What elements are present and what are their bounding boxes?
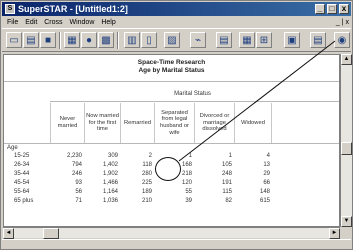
table-cell[interactable]: 246 — [52, 171, 82, 177]
row-label[interactable]: 55-64 — [14, 189, 29, 195]
scroll-thumb[interactable] — [341, 142, 352, 155]
column-header[interactable]: Never married — [50, 103, 84, 143]
table-subtitle: Age by Marital Status — [138, 67, 205, 74]
divider — [4, 143, 339, 144]
report-icon[interactable]: ▤ — [216, 32, 232, 48]
table-cell[interactable]: 280 — [122, 171, 152, 177]
table-cell[interactable]: 115 — [202, 189, 232, 195]
row-label[interactable]: 15-25 — [14, 153, 29, 159]
highlight-circle — [155, 157, 181, 181]
column-header[interactable]: Remarried — [120, 103, 154, 143]
divider — [4, 81, 339, 82]
table-cell[interactable]: 93 — [52, 180, 82, 186]
table-cell[interactable]: 13 — [240, 162, 270, 168]
scroll-left-button[interactable]: ◄ — [3, 228, 14, 239]
vertical-scrollbar[interactable]: ▲ ▼ — [340, 54, 352, 227]
column-group-label: Marital Status — [174, 91, 211, 97]
table-title: Space-Time Research — [137, 59, 206, 66]
row-label[interactable]: 65 plus — [14, 198, 33, 204]
new-icon[interactable]: ▭ — [6, 32, 22, 48]
table-cell[interactable]: 248 — [202, 171, 232, 177]
table-cell[interactable]: 55 — [162, 189, 192, 195]
pivot-icon[interactable]: ⊞ — [256, 32, 272, 48]
table-cell[interactable]: 2 — [122, 153, 152, 159]
scroll-up-button[interactable]: ▲ — [341, 54, 352, 65]
recode-icon[interactable]: ◉ — [334, 32, 350, 48]
menu-cross[interactable]: Cross — [44, 17, 62, 28]
menu-bar: File Edit Cross Window Help _ | x — [2, 17, 351, 28]
chart-icon[interactable]: ▨ — [164, 32, 180, 48]
grid-icon[interactable]: ▩ — [98, 32, 114, 48]
record-icon[interactable]: ● — [81, 32, 97, 48]
table-cell[interactable]: 148 — [240, 189, 270, 195]
maximize-button[interactable]: □ — [327, 4, 337, 14]
columns-icon[interactable]: ▯ — [141, 32, 157, 48]
window-title: SuperSTAR - [Untitled1:2] — [18, 4, 128, 14]
table-cell[interactable]: 2,230 — [52, 153, 82, 159]
scroll-thumb[interactable] — [43, 228, 59, 239]
table-cell[interactable]: 225 — [122, 180, 152, 186]
menu-window[interactable]: Window — [69, 17, 94, 28]
toolbar-separator — [59, 32, 61, 49]
open-icon[interactable]: ▤ — [23, 32, 39, 48]
rows-icon[interactable]: ▥ — [124, 32, 140, 48]
table-cell[interactable]: 1 — [202, 153, 232, 159]
title-bar: S SuperSTAR - [Untitled1:2] _ □ x — [2, 2, 351, 16]
table-cell[interactable]: 191 — [202, 180, 232, 186]
table-cell[interactable]: 210 — [122, 198, 152, 204]
table-cell[interactable]: 105 — [202, 162, 232, 168]
app-window: S SuperSTAR - [Untitled1:2] _ □ x File E… — [0, 0, 353, 250]
horizontal-scrollbar[interactable]: ◄ ► — [3, 227, 340, 239]
row-group-label: Age — [7, 145, 18, 151]
table-cell[interactable]: 82 — [202, 198, 232, 204]
table-cell[interactable]: 4 — [240, 153, 270, 159]
table-cell[interactable]: 1,466 — [88, 180, 118, 186]
column-header[interactable]: Divorced or marriage dissolved — [194, 103, 234, 143]
menu-help[interactable]: Help — [101, 17, 115, 28]
table-cell[interactable]: 1,902 — [88, 171, 118, 177]
map-icon[interactable]: ▣ — [284, 32, 300, 48]
scroll-down-button[interactable]: ▼ — [341, 216, 352, 227]
app-icon: S — [5, 4, 15, 14]
row-label[interactable]: 26-34 — [14, 162, 29, 168]
table-cell[interactable]: 29 — [240, 171, 270, 177]
child-window-controls[interactable]: _ | x — [336, 17, 349, 28]
divider — [50, 101, 339, 102]
close-button[interactable]: x — [339, 4, 349, 14]
save-icon[interactable]: ■ — [40, 32, 56, 48]
table-cell[interactable]: 1,402 — [88, 162, 118, 168]
table-icon[interactable]: ▦ — [64, 32, 80, 48]
table-cell[interactable]: 39 — [162, 198, 192, 204]
toolbar-separator — [117, 32, 119, 49]
row-label[interactable]: 45-54 — [14, 180, 29, 186]
column-header[interactable]: Now married for the first time — [84, 103, 120, 143]
table-cell[interactable]: 1,036 — [88, 198, 118, 204]
row-label[interactable]: 35-44 — [14, 171, 29, 177]
table-cell[interactable]: 71 — [52, 198, 82, 204]
menu-file[interactable]: File — [7, 17, 18, 28]
table-cell[interactable]: 66 — [240, 180, 270, 186]
column-header[interactable]: Separated from legal husband or wife — [154, 103, 194, 143]
toolbar: ▭ ▤ ■ ▦ ● ▩ ▥ ▯ ▨ ⌁ ▤ ▦ ⊞ ▣ ▤ ◉ — [2, 28, 351, 52]
table-cell[interactable]: 189 — [122, 189, 152, 195]
graph-icon[interactable]: ⌁ — [190, 32, 206, 48]
table-cell[interactable]: 1,164 — [88, 189, 118, 195]
menu-edit[interactable]: Edit — [25, 17, 37, 28]
table-cell[interactable]: 56 — [52, 189, 82, 195]
export-icon[interactable]: ▤ — [310, 32, 326, 48]
table-view: Space-Time Research Age by Marital Statu… — [3, 54, 340, 227]
column-header[interactable]: Widowed — [234, 103, 272, 143]
minimize-button[interactable]: _ — [315, 4, 325, 14]
cross-tab-icon[interactable]: ▦ — [239, 32, 255, 48]
table-cell[interactable]: 615 — [240, 198, 270, 204]
scroll-right-button[interactable]: ► — [329, 228, 340, 239]
table-cell[interactable]: 118 — [122, 162, 152, 168]
table-cell[interactable]: 309 — [88, 153, 118, 159]
table-cell[interactable]: 794 — [52, 162, 82, 168]
status-bar — [2, 239, 351, 250]
